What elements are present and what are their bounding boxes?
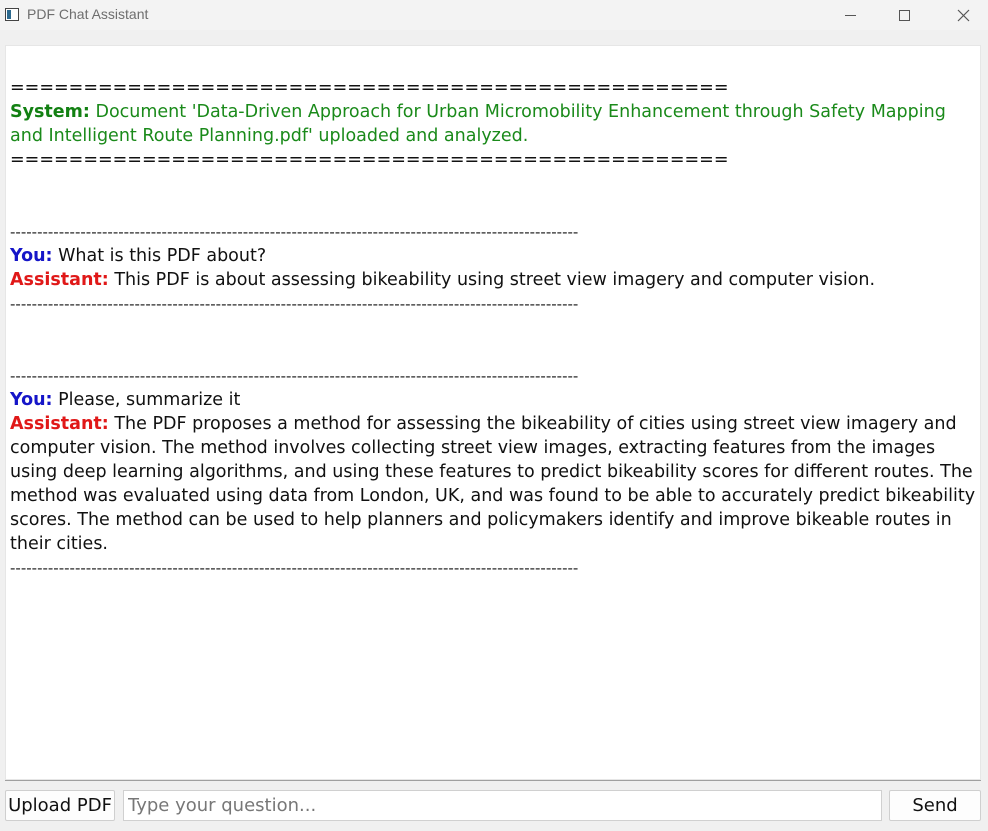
title-bar: PDF Chat Assistant [0,0,988,30]
assistant-message: Assistant: The PDF proposes a method for… [10,412,976,556]
system-message: System: Document 'Data-Driven Approach f… [10,100,976,148]
system-label: System: [10,102,90,122]
maximize-icon [898,9,910,21]
assistant-answer: This PDF is about assessing bikeability … [108,270,876,290]
separator: ----------------------------------------… [10,223,579,241]
upload-pdf-button[interactable]: Upload PDF [5,790,115,821]
divider [5,780,981,781]
user-message: You: Please, summarize it [10,388,976,412]
separator: ----------------------------------------… [10,295,579,313]
assistant-label: Assistant: [10,414,109,434]
app-icon [5,8,19,21]
user-question: What is this PDF about? [52,246,267,266]
separator: ========================================… [10,150,729,170]
system-text: Document 'Data-Driven Approach for Urban… [10,102,946,146]
you-label: You: [10,390,53,410]
assistant-message: Assistant: This PDF is about assessing b… [10,268,976,292]
separator: ----------------------------------------… [10,367,579,385]
question-input[interactable] [123,790,882,821]
separator: ----------------------------------------… [10,559,579,577]
close-icon [957,9,969,21]
send-button[interactable]: Send [889,790,981,821]
minimize-icon [844,14,856,16]
window-title: PDF Chat Assistant [27,6,149,22]
user-question: Please, summarize it [52,390,241,410]
separator: ========================================… [10,78,729,98]
assistant-answer: The PDF proposes a method for assessing … [10,414,976,554]
assistant-label: Assistant: [10,270,109,290]
close-button[interactable] [940,0,986,30]
chat-transcript[interactable]: ========================================… [5,45,981,780]
user-message: You: What is this PDF about? [10,244,976,268]
maximize-button[interactable] [881,0,927,30]
minimize-button[interactable] [827,0,873,30]
you-label: You: [10,246,53,266]
